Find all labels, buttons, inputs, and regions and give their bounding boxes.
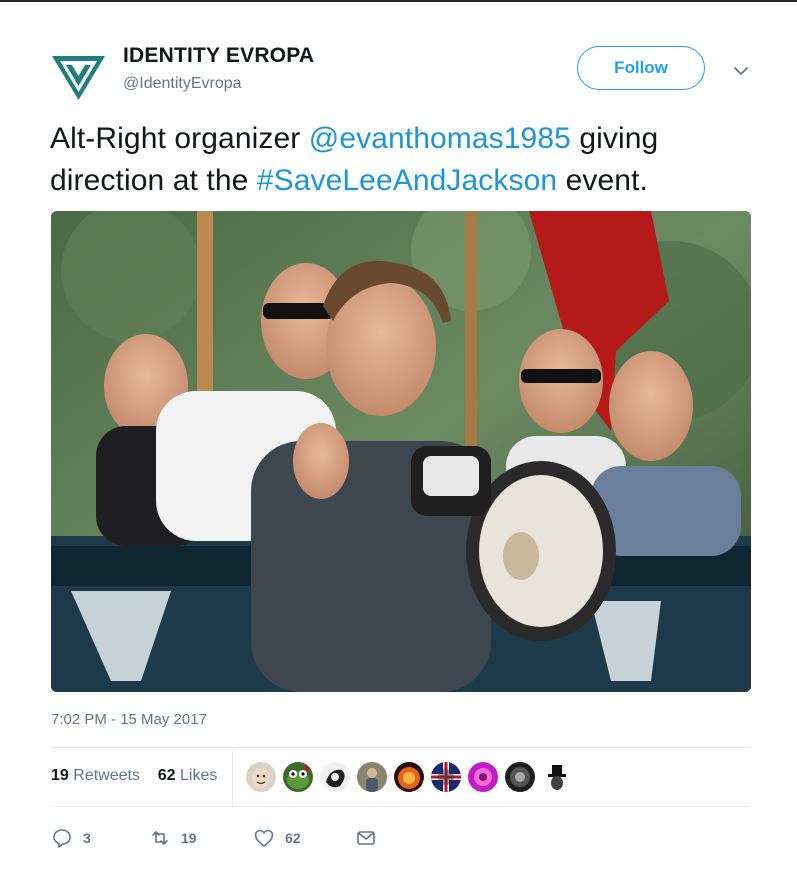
retweets-count: 19 xyxy=(51,767,69,784)
tweet-header: IDENTITY EVROPA @IdentityEvropa Follow xyxy=(50,40,760,100)
liker-avatar[interactable] xyxy=(357,762,387,792)
tweet-stats: 19 Retweets 62 Likes xyxy=(51,767,217,785)
liker-avatar[interactable] xyxy=(320,762,350,792)
tweet-photo[interactable] xyxy=(51,211,751,692)
liker-avatar[interactable] xyxy=(542,762,572,792)
mention-link[interactable]: @evanthomas1985 xyxy=(309,122,571,155)
tweet-text-part: event. xyxy=(557,164,648,197)
avatar-fire-icon xyxy=(394,762,424,792)
avatar-sketch-icon xyxy=(320,762,350,792)
identity-evropa-logo-icon[interactable] xyxy=(50,48,107,105)
chevron-down-icon[interactable] xyxy=(730,60,752,82)
account-handle[interactable]: @IdentityEvropa xyxy=(123,75,242,93)
tweet-text: Alt-Right organizer @evanthomas1985 givi… xyxy=(50,118,760,202)
stats-separator xyxy=(232,750,233,806)
avatar-person-icon xyxy=(357,762,387,792)
photo-scene-illustration xyxy=(51,211,751,692)
avatar-pink-icon xyxy=(468,762,498,792)
likes-count: 62 xyxy=(157,767,176,784)
divider xyxy=(51,806,750,807)
avatar-face-icon xyxy=(246,762,276,792)
reply-icon xyxy=(53,829,71,848)
avatar-flag-icon xyxy=(431,762,461,792)
mail-icon xyxy=(357,831,375,845)
reply-count: 3 xyxy=(83,830,91,846)
liker-avatar[interactable] xyxy=(431,762,461,792)
heart-icon xyxy=(254,829,274,847)
avatar-frog-icon xyxy=(283,762,313,792)
likes-stat[interactable]: 62 Likes xyxy=(158,767,218,784)
reply-button[interactable]: 3 xyxy=(51,824,91,852)
divider xyxy=(51,747,750,748)
follow-button[interactable]: Follow xyxy=(577,46,705,90)
avatar-dark-icon xyxy=(505,762,535,792)
tweet-actions: 3 19 62 xyxy=(51,824,451,852)
retweet-icon xyxy=(152,831,168,845)
likes-label: Likes xyxy=(179,767,218,784)
retweet-count: 19 xyxy=(181,830,197,846)
retweets-stat[interactable]: 19 Retweets xyxy=(51,767,140,784)
liker-avatar[interactable] xyxy=(283,762,313,792)
direct-message-button[interactable] xyxy=(355,824,377,852)
top-border xyxy=(0,0,797,2)
liker-avatar[interactable] xyxy=(468,762,498,792)
tweet-text-part: Alt-Right organizer xyxy=(50,122,309,155)
account-name[interactable]: IDENTITY EVROPA xyxy=(123,44,314,68)
retweets-label: Retweets xyxy=(73,767,140,784)
retweet-button[interactable]: 19 xyxy=(149,824,197,852)
liker-avatar[interactable] xyxy=(394,762,424,792)
hashtag-link[interactable]: #SaveLeeAndJackson xyxy=(257,164,557,197)
liker-avatar[interactable] xyxy=(505,762,535,792)
avatar-hat-icon xyxy=(542,762,572,792)
liker-avatar[interactable] xyxy=(246,762,276,792)
like-button[interactable]: 62 xyxy=(253,824,301,852)
like-count: 62 xyxy=(285,830,301,846)
tweet-timestamp[interactable]: 7:02 PM - 15 May 2017 xyxy=(51,711,207,728)
